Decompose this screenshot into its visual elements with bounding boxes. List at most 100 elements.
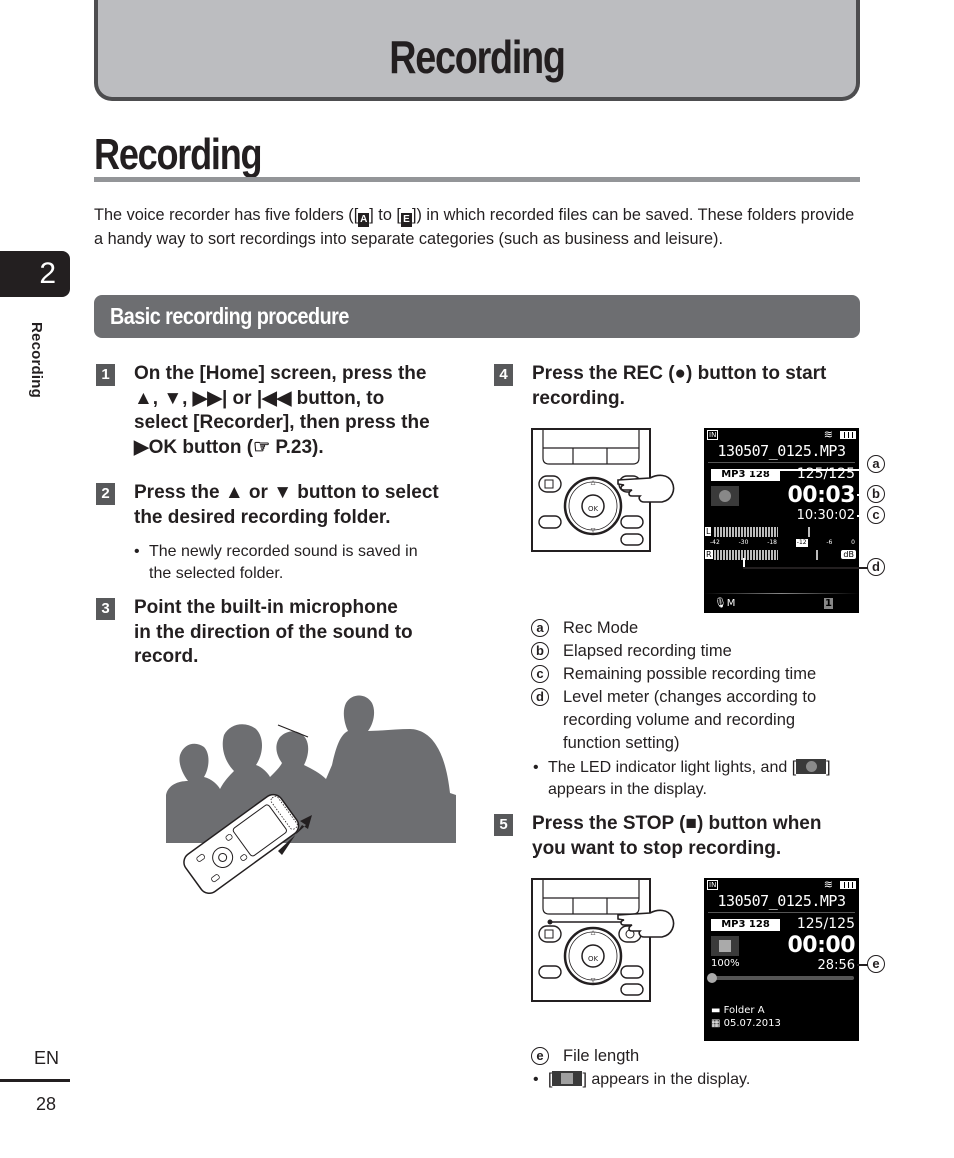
svg-text:▽: ▽ xyxy=(591,527,596,534)
step-4-legend: a Rec Mode b Elapsed recording time c Re… xyxy=(531,616,871,754)
battery-icon xyxy=(840,431,856,439)
step-5: 5 Press the STOP (■) button when you wan… xyxy=(494,812,864,867)
db-tick: 0 xyxy=(851,539,855,546)
step-line: the desired recording folder. xyxy=(134,506,391,528)
step-line: Press the ▲ or ▼ button to select xyxy=(134,482,439,503)
db-tick: -12 xyxy=(795,539,808,547)
folder-row: ▬ Folder A xyxy=(711,1005,765,1016)
step-2: 2 Press the ▲ or ▼ button to select the … xyxy=(96,481,466,541)
db-unit-label: dB xyxy=(841,550,856,559)
list-button[interactable] xyxy=(620,965,644,979)
subsection-title: Basic recording procedure xyxy=(110,303,349,329)
intro-text-2: to xyxy=(373,206,397,224)
level-meter-right xyxy=(714,550,778,560)
step-5-legend: e File length xyxy=(531,1044,871,1067)
svg-text:△: △ xyxy=(591,479,596,486)
step-instruction: On the [Home] screen, press the ▲, ▼, ▶▶… xyxy=(134,362,430,460)
chapter-tab: 2 xyxy=(0,251,70,297)
callout-line-d xyxy=(743,567,868,569)
left-channel-label: L xyxy=(705,527,712,536)
internal-memory-icon: IN xyxy=(707,880,719,890)
playback-position-knob[interactable] xyxy=(707,973,717,983)
step-line: recording. xyxy=(532,387,625,409)
legend-text: recording volume and recording xyxy=(563,711,796,729)
callout-c: c xyxy=(867,506,885,524)
legend-text: Rec Mode xyxy=(563,619,639,637)
step-line: Press the STOP (■) button when xyxy=(532,813,822,834)
legend-key: b xyxy=(531,642,549,660)
step-number: 4 xyxy=(494,364,513,386)
folder-e-icon: E xyxy=(400,213,412,227)
section-divider xyxy=(94,177,860,182)
chapter-banner: Recording xyxy=(94,0,860,101)
note-text-suffix: ] appears in the display. xyxy=(582,1071,751,1088)
note-line: appears in the display. xyxy=(548,781,707,798)
date-row: ▦ 05.07.2013 xyxy=(711,1018,781,1029)
callout-e: e xyxy=(867,955,885,973)
chapter-side-label: Recording xyxy=(28,322,45,398)
svg-text:▽: ▽ xyxy=(591,977,596,984)
folder-number-badge: 1 xyxy=(824,598,833,609)
rec-mode-label: MP3 128 xyxy=(711,469,780,481)
menu-button[interactable] xyxy=(538,515,562,529)
step-line: ▲, ▼, ▶▶| or |◀◀ button, to xyxy=(134,387,385,409)
callout-a: a xyxy=(867,455,885,473)
note-line: the selected folder. xyxy=(149,565,284,582)
internal-memory-icon: IN xyxy=(707,430,719,440)
stop-button[interactable] xyxy=(538,475,562,493)
legend-text: Elapsed recording time xyxy=(563,642,732,660)
step-number: 5 xyxy=(494,814,513,836)
legend-text: function setting) xyxy=(563,734,680,752)
note-text: The LED indicator light lights, and [] a… xyxy=(548,757,831,801)
bullet-dot: • xyxy=(533,1071,539,1088)
chapter-title: Recording xyxy=(389,31,566,83)
recording-date: 05.07.2013 xyxy=(723,1018,781,1029)
step-1: 1 On the [Home] screen, press the ▲, ▼, … xyxy=(96,362,466,462)
intro-paragraph: The voice recorder has five folders ([A]… xyxy=(94,206,855,248)
callout-d: d xyxy=(867,558,885,576)
note-text-suffix: ] xyxy=(826,759,831,776)
peak-marker-right xyxy=(816,550,818,560)
erase-button[interactable] xyxy=(620,983,644,996)
silhouette-group xyxy=(166,695,456,843)
battery-icon xyxy=(840,881,856,889)
step-line: select [Recorder], then press the xyxy=(134,412,430,433)
rec-mode-label: MP3 128 xyxy=(711,919,780,931)
note-line: The newly recorded sound is saved in xyxy=(149,543,418,560)
erase-button[interactable] xyxy=(620,533,644,546)
db-tick: -6 xyxy=(826,539,833,546)
playback-progress-bar[interactable] xyxy=(707,973,854,983)
section-title: Recording xyxy=(94,130,263,179)
list-button[interactable] xyxy=(620,515,644,529)
file-length: 28:56 xyxy=(817,958,855,973)
legend-item: a Rec Mode xyxy=(531,616,871,639)
footer-divider xyxy=(0,1079,70,1082)
language-label: EN xyxy=(34,1048,60,1068)
file-count: 125/125 xyxy=(796,916,855,932)
step-line: Point the built-in microphone xyxy=(134,597,398,618)
step-line: record. xyxy=(134,646,199,667)
recording-status-icon xyxy=(711,486,739,506)
stop-button[interactable] xyxy=(538,925,562,943)
legend-key: d xyxy=(531,688,549,706)
lcd-stopped-screen: IN ≋ 130507_0125.MP3 MP3 128 125/125 00:… xyxy=(704,878,859,1041)
step-3: 3 Point the built-in microphone in the d… xyxy=(96,596,466,676)
legend-text: Remaining possible recording time xyxy=(563,665,817,683)
step-line: On the [Home] screen, press the xyxy=(134,363,427,384)
stop-status-icon xyxy=(711,936,739,956)
audience-illustration xyxy=(166,695,456,894)
right-channel-label: R xyxy=(705,550,713,559)
intro-text-1: The voice recorder has five folders ( xyxy=(94,206,354,224)
legend-key: a xyxy=(531,619,549,637)
elapsed-time: 00:03 xyxy=(787,483,855,508)
note-text-prefix: The LED indicator light lights, and [ xyxy=(548,759,797,776)
db-tick: -30 xyxy=(738,539,749,546)
bullet-dot: • xyxy=(134,543,140,560)
subsection-header: Basic recording procedure xyxy=(94,295,860,338)
menu-button[interactable] xyxy=(538,965,562,979)
ok-label: OK xyxy=(588,955,599,963)
db-tick: -18 xyxy=(767,539,777,546)
legend-item: e File length xyxy=(531,1044,871,1067)
step-4: 4 Press the REC (●) button to start reco… xyxy=(494,362,864,417)
step-number: 2 xyxy=(96,483,115,505)
